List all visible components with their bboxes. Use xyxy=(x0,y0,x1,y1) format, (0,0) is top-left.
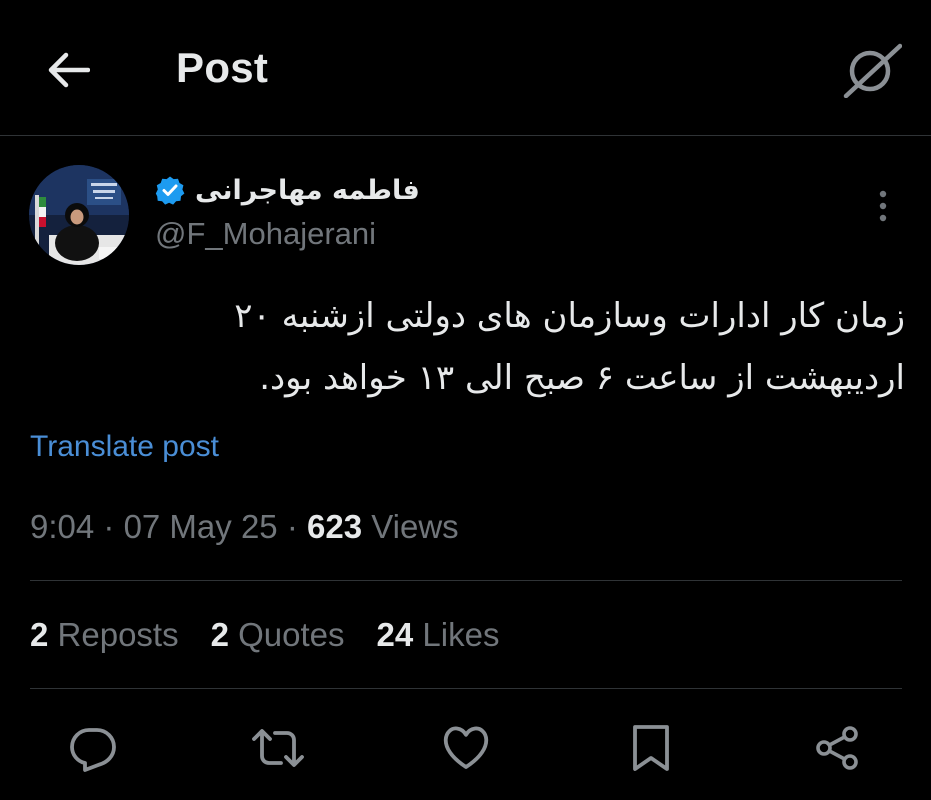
author-handle[interactable]: @F_Mohajerani xyxy=(155,216,455,252)
page-title: Post xyxy=(176,44,269,91)
likes-stat[interactable]: 24 Likes xyxy=(377,616,500,654)
engagement-stats: 2 Reposts 2 Quotes 24 Likes xyxy=(30,616,499,654)
post-date[interactable]: 07 May 25 xyxy=(124,508,278,545)
grok-icon xyxy=(842,42,902,98)
post-text: زمان کار ادارات وسازمان های دولتی ازشنبه… xyxy=(234,296,905,398)
back-button[interactable] xyxy=(40,45,96,95)
views-label: Views xyxy=(362,508,459,545)
meta-separator: · xyxy=(277,508,307,545)
arrow-left-icon xyxy=(46,50,90,90)
top-bar: Post xyxy=(0,0,931,136)
share-icon xyxy=(813,724,861,772)
author-display-name[interactable]: فاطمه مهاجرانی xyxy=(195,175,420,206)
avatar[interactable] xyxy=(29,165,129,265)
quotes-count: 2 xyxy=(210,616,229,653)
divider xyxy=(30,688,902,689)
quotes-stat[interactable]: 2 Quotes xyxy=(211,616,345,654)
likes-count: 24 xyxy=(376,616,414,653)
reply-button[interactable] xyxy=(61,712,125,784)
translate-post-link[interactable]: Translate post xyxy=(30,430,219,464)
views-count: 623 xyxy=(306,508,363,545)
meta-separator: · xyxy=(94,508,124,545)
repost-icon xyxy=(250,724,306,772)
like-button[interactable] xyxy=(434,712,498,784)
post-meta: 9:04 · 07 May 25 · 623 Views xyxy=(30,508,459,546)
author-info: فاطمه مهاجرانی @F_Mohajerani xyxy=(155,170,455,252)
more-options-button[interactable] xyxy=(868,184,898,228)
quotes-label: Quotes xyxy=(228,616,345,653)
reposts-label: Reposts xyxy=(48,616,179,653)
action-bar xyxy=(0,712,931,784)
share-button[interactable] xyxy=(805,712,869,784)
bookmark-button[interactable] xyxy=(619,712,683,784)
divider xyxy=(30,580,902,581)
repost-button[interactable] xyxy=(246,712,310,784)
likes-label: Likes xyxy=(413,616,500,653)
like-icon xyxy=(441,725,491,771)
post-time[interactable]: 9:04 xyxy=(30,508,94,545)
grok-button[interactable] xyxy=(840,40,904,100)
more-vertical-icon xyxy=(878,189,888,223)
reposts-count: 2 xyxy=(30,616,49,653)
reposts-stat[interactable]: 2 Reposts xyxy=(30,616,179,654)
bookmark-icon xyxy=(631,723,671,773)
reply-icon xyxy=(69,724,117,772)
verified-badge-icon[interactable] xyxy=(155,175,185,205)
author-name-row: فاطمه مهاجرانی xyxy=(155,170,455,210)
